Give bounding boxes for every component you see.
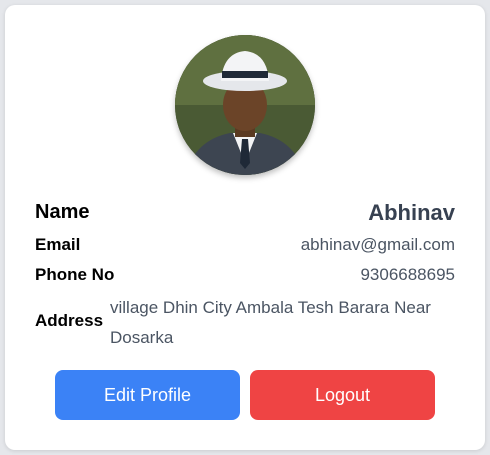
avatar-photo [175, 35, 315, 175]
phone-value: 9306688695 [360, 265, 455, 284]
profile-avatar [175, 35, 315, 175]
logout-button[interactable]: Logout [250, 370, 435, 420]
name-value: Abhinav [368, 200, 455, 225]
name-row: Name Abhinav [35, 200, 455, 227]
edit-profile-button[interactable]: Edit Profile [55, 370, 240, 420]
phone-row: Phone No 9306688695 [35, 265, 455, 287]
profile-card: Name Abhinav Email abhinav@gmail.com Pho… [5, 5, 485, 450]
email-row: Email abhinav@gmail.com [35, 235, 455, 257]
phone-label: Phone No [35, 265, 115, 284]
email-label: Email [35, 235, 81, 254]
address-label: Address [35, 311, 104, 330]
name-label: Name [35, 201, 90, 223]
address-value: village Dhin City Ambala Tesh Barara Nea… [110, 298, 431, 347]
address-row: Address village Dhin City Ambala Tesh Ba… [35, 293, 455, 349]
email-value: abhinav@gmail.com [300, 235, 455, 254]
